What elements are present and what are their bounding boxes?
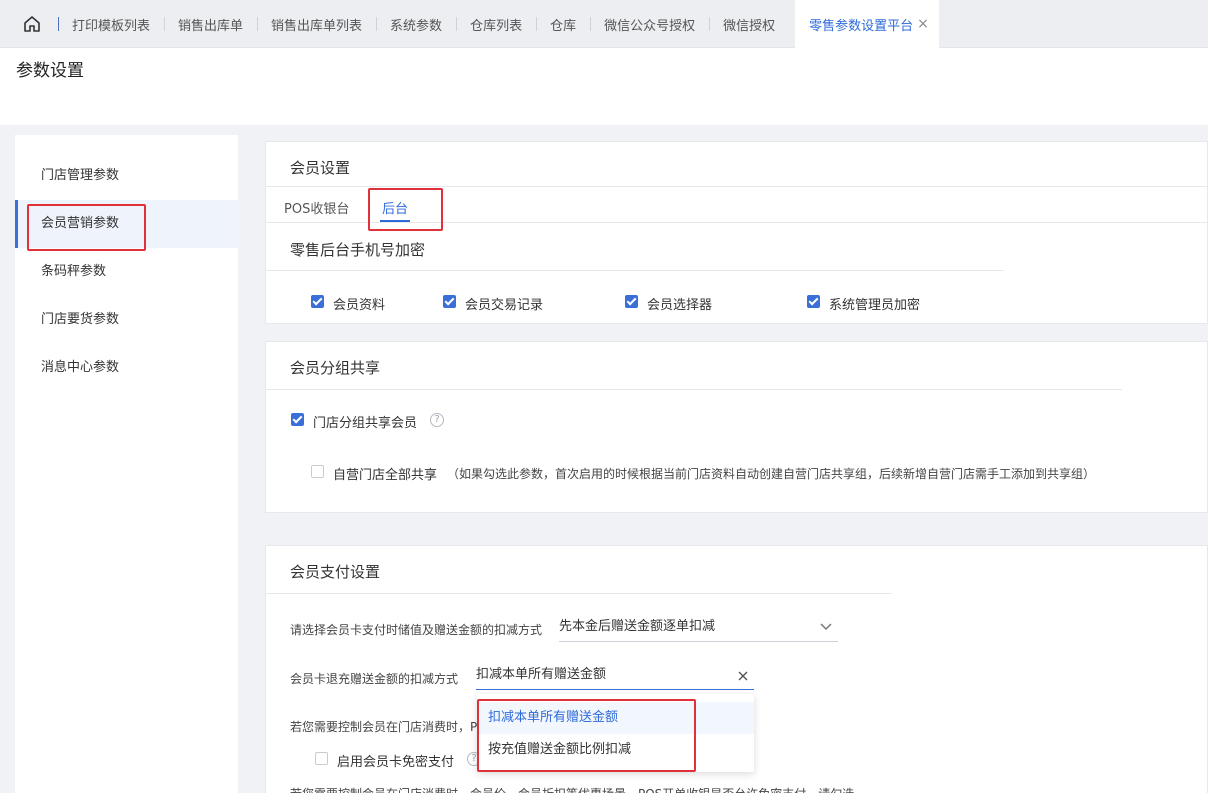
tab-retail-params-platform[interactable]: 零售参数设置平台 × <box>795 0 939 48</box>
chevron-down-icon <box>820 623 832 631</box>
member-profile-label: 会员资料 <box>333 298 386 313</box>
sidebar: 门店管理参数 会员营销参数 条码秤参数 门店要货参数 消息中心参数 <box>15 135 238 793</box>
tab-warehouse[interactable]: 仓库 <box>536 0 590 48</box>
member-transactions-label: 会员交易记录 <box>465 298 544 313</box>
password-free-checkbox[interactable] <box>315 752 328 765</box>
divider <box>266 270 1004 271</box>
member-settings-card <box>265 141 1208 324</box>
tab-warehouse-list[interactable]: 仓库列表 <box>456 0 536 48</box>
admin-encryption-label: 系统管理员加密 <box>829 298 921 313</box>
tab-label: 销售出库单 <box>178 18 244 34</box>
sidebar-item-barcode-scale[interactable]: 条码秤参数 <box>15 248 238 296</box>
member-selector-checkbox[interactable] <box>625 295 638 308</box>
sidebar-item-store-management[interactable]: 门店管理参数 <box>15 152 238 200</box>
tab-label: 零售参数设置平台 <box>809 18 914 34</box>
subtab-pos-register[interactable]: POS收银台 <box>284 198 349 217</box>
tab-system-params[interactable]: 系统参数 <box>376 0 456 48</box>
tab-label: 仓库列表 <box>470 18 523 34</box>
tab-label: 微信公众号授权 <box>604 18 696 34</box>
dropdown-option-deduct-all[interactable]: 扣减本单所有赠送金额 <box>477 702 754 734</box>
divider <box>266 389 1122 390</box>
refund-method-select[interactable]: 扣减本单所有赠送金额 <box>476 664 754 690</box>
tab-label: 打印模板列表 <box>72 18 151 34</box>
member-transactions-checkbox[interactable] <box>443 295 456 308</box>
tab-wechat-auth[interactable]: 微信授权 <box>709 0 789 48</box>
tab-label: 销售出库单列表 <box>271 18 363 34</box>
payment-settings-title: 会员支付设置 <box>290 563 381 581</box>
phone-encryption-title: 零售后台手机号加密 <box>290 241 426 259</box>
close-icon[interactable]: × <box>917 16 929 32</box>
member-selector-label: 会员选择器 <box>647 298 713 313</box>
sidebar-item-store-requisition[interactable]: 门店要货参数 <box>15 296 238 344</box>
home-icon[interactable] <box>22 14 42 34</box>
tab-list: 打印模板列表 销售出库单 销售出库单列表 系统参数 仓库列表 仓库 微信公众号授… <box>58 0 939 48</box>
member-profile-checkbox[interactable] <box>311 295 324 308</box>
password-free-description: 若您需要控制会员在门店消费时，P <box>290 720 478 734</box>
self-store-share-checkbox[interactable] <box>311 465 324 478</box>
self-store-share-note: （如果勾选此参数，首次启用的时候根据当前门店资料自动创建自营门店共享组，后续新增… <box>447 467 1096 481</box>
store-group-share-checkbox[interactable] <box>291 413 304 426</box>
sidebar-item-member-marketing[interactable]: 会员营销参数 <box>15 200 238 248</box>
page-header: 参数设置 <box>0 48 1208 125</box>
password-free-label: 启用会员卡免密支付 <box>337 755 455 770</box>
tab-sales-outbound[interactable]: 销售出库单 <box>164 0 257 48</box>
group-share-title: 会员分组共享 <box>290 359 381 377</box>
divider <box>266 593 892 594</box>
sidebar-item-message-center[interactable]: 消息中心参数 <box>15 344 238 392</box>
divider <box>266 186 1208 187</box>
tab-print-template-list[interactable]: 打印模板列表 <box>58 0 164 48</box>
refund-method-label: 会员卡退充赠送金额的扣减方式 <box>290 672 459 686</box>
dropdown-option-proportional[interactable]: 按充值赠送金额比例扣减 <box>477 734 754 766</box>
tab-label: 系统参数 <box>390 18 443 34</box>
self-store-share-label: 自营门店全部共享 <box>333 468 438 483</box>
refund-method-value: 扣减本单所有赠送金额 <box>476 667 607 682</box>
tab-wechat-official-auth[interactable]: 微信公众号授权 <box>590 0 709 48</box>
help-icon[interactable]: ? <box>430 413 444 427</box>
close-icon[interactable] <box>738 671 748 681</box>
tab-label: 微信授权 <box>723 18 776 34</box>
tab-label: 仓库 <box>550 18 577 34</box>
bottom-description: 若您需要控制会员在门店消费时，会员价、会员折扣等优惠场景，POS开单收银是否允许… <box>290 785 854 793</box>
store-group-share-label: 门店分组共享会员 <box>313 416 418 431</box>
member-settings-title: 会员设置 <box>290 159 351 177</box>
tab-sales-outbound-list[interactable]: 销售出库单列表 <box>257 0 376 48</box>
deduct-method-label: 请选择会员卡支付时储值及赠送金额的扣减方式 <box>290 623 543 637</box>
tab-bar: 打印模板列表 销售出库单 销售出库单列表 系统参数 仓库列表 仓库 微信公众号授… <box>0 0 1208 48</box>
deduct-method-value: 先本金后赠送金额逐单扣减 <box>559 619 716 634</box>
admin-encryption-checkbox[interactable] <box>807 295 820 308</box>
subtabs-divider <box>266 222 1208 223</box>
deduct-method-select[interactable]: 先本金后赠送金额逐单扣减 <box>559 616 838 642</box>
refund-method-dropdown: 扣减本单所有赠送金额 按充值赠送金额比例扣减 <box>477 694 754 772</box>
page-title: 参数设置 <box>16 61 84 81</box>
subtab-backend[interactable]: 后台 <box>382 198 408 217</box>
